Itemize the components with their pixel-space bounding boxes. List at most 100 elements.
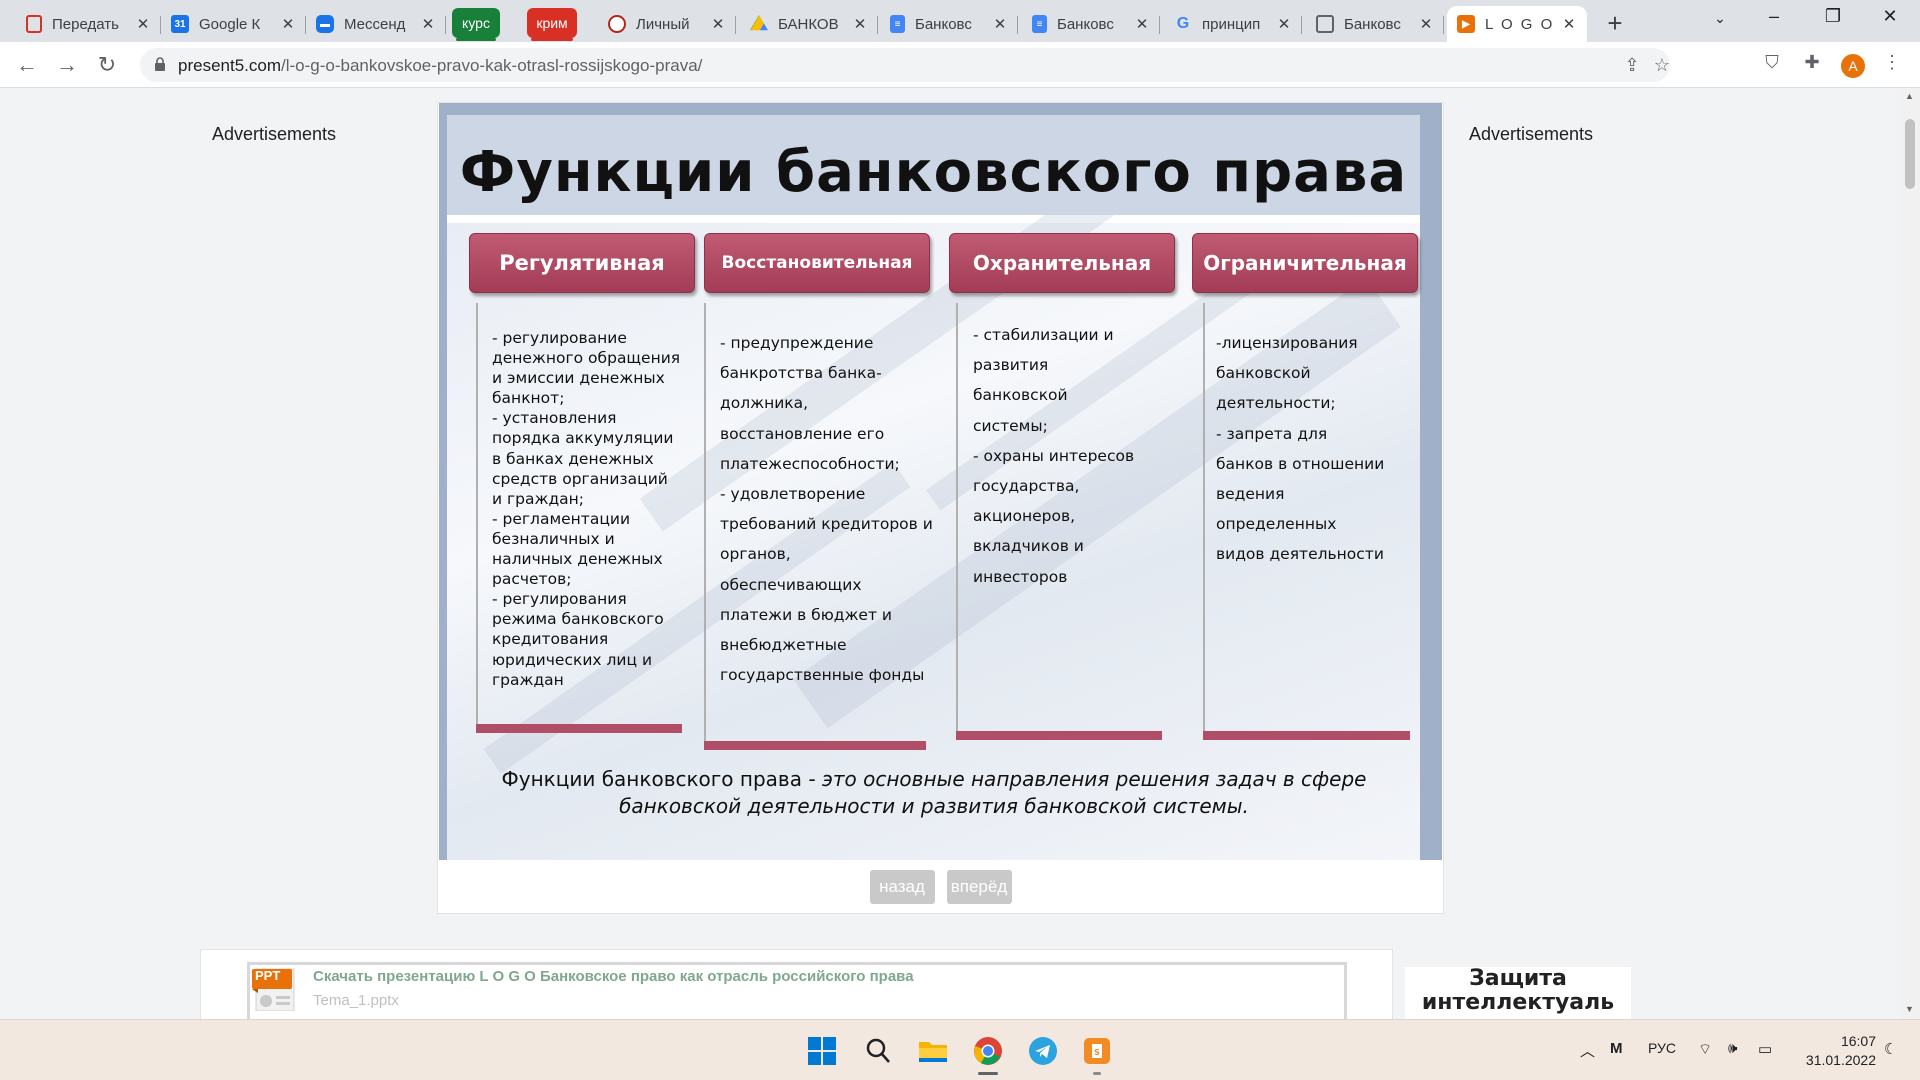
tab-3[interactable]: ▬ Мессенд ✕ bbox=[306, 6, 446, 42]
slide-image: Функции банковского права Регулятивная В… bbox=[439, 103, 1442, 860]
close-icon[interactable]: ✕ bbox=[1276, 15, 1292, 33]
close-icon[interactable]: ✕ bbox=[710, 15, 726, 33]
tab-1[interactable]: Передать ✕ bbox=[16, 6, 161, 42]
google-docs-icon: ≡ bbox=[890, 15, 905, 33]
browser-toolbar: ← → ↻ present5.com/l-o-g-o-bankovskoe-pr… bbox=[0, 42, 1920, 88]
wifi-icon[interactable]: ⌔ bbox=[1698, 1040, 1712, 1059]
tab-strip: Передать ✕ 31 Google К ✕ ▬ Мессенд ✕ кур… bbox=[0, 0, 1920, 42]
tab-7[interactable]: БАНКОВ ✕ bbox=[740, 6, 878, 42]
ppt-badge: PPT bbox=[255, 968, 281, 983]
close-icon[interactable]: ✕ bbox=[992, 15, 1008, 33]
minimize-button[interactable]: – bbox=[1754, 6, 1794, 27]
tab-group-kurs[interactable]: курс bbox=[452, 8, 500, 41]
slide-decor-right bbox=[1420, 103, 1442, 860]
pdf-app-icon[interactable]: S bbox=[1080, 1034, 1114, 1068]
telegram-icon[interactable] bbox=[1026, 1034, 1060, 1068]
download-filename: Tema_1.pptx bbox=[313, 992, 399, 1009]
tab-title: Личный bbox=[636, 15, 690, 33]
slide-navigation: назад вперёд bbox=[438, 870, 1443, 904]
tab-active[interactable]: ▶ L O G O ✕ bbox=[1447, 6, 1587, 42]
extensions-puzzle-icon[interactable]: ✚ bbox=[1800, 52, 1824, 73]
tab-10[interactable]: G принцип ✕ bbox=[1164, 6, 1302, 42]
presentation-icon: ▶ bbox=[1457, 15, 1475, 33]
slide-decor-left bbox=[439, 103, 447, 860]
page-scrollbar[interactable]: ▲ ▼ bbox=[1900, 89, 1920, 1019]
address-bar[interactable]: present5.com/l-o-g-o-bankovskoe-pravo-ka… bbox=[140, 48, 1670, 82]
reload-button[interactable]: ↻ bbox=[92, 50, 122, 80]
scroll-thumb[interactable] bbox=[1905, 119, 1915, 189]
prev-slide-button[interactable]: назад bbox=[869, 870, 935, 904]
tab-group-krim[interactable]: крим bbox=[527, 8, 577, 41]
close-icon[interactable]: ✕ bbox=[135, 15, 151, 33]
tab-title: Банковс bbox=[915, 15, 972, 33]
slide-header: Функции банковского права bbox=[447, 115, 1420, 215]
back-button[interactable]: ← bbox=[12, 50, 42, 80]
volume-icon[interactable]: 🕪 bbox=[1728, 1040, 1737, 1057]
next-slide-button[interactable]: вперёд bbox=[946, 870, 1012, 904]
tab-title: принцип bbox=[1202, 15, 1261, 33]
tab-title: Google К bbox=[199, 15, 261, 33]
gear-logo-icon bbox=[608, 15, 626, 33]
tab-search-icon[interactable]: ⌄ bbox=[1700, 10, 1740, 27]
download-link[interactable]: Скачать презентацию L O G O Банковское п… bbox=[313, 968, 914, 985]
tab-11[interactable]: Банковс ✕ bbox=[1306, 6, 1444, 42]
chrome-active-indicator bbox=[978, 1072, 998, 1075]
tab-2[interactable]: 31 Google К ✕ bbox=[161, 6, 306, 42]
close-icon[interactable]: ✕ bbox=[1134, 15, 1150, 33]
messenger-icon: ▬ bbox=[316, 15, 334, 33]
battery-icon[interactable]: ▭ bbox=[1758, 1040, 1772, 1058]
tab-title: БАНКОВ bbox=[778, 15, 839, 33]
function-text-regulatory: - регулирование денежного обращения и эмис… bbox=[492, 329, 681, 689]
url-text: present5.com/l-o-g-o-bankovskoe-pravo-ka… bbox=[178, 56, 703, 75]
tab-9[interactable]: ≡ Банковс ✕ bbox=[1022, 6, 1160, 42]
taskbar: S ︿ M РУС ⌔ 🕪 ▭ 16:07 31.01.2022 ☾ bbox=[0, 1019, 1920, 1080]
chrome-icon[interactable] bbox=[971, 1034, 1005, 1068]
menu-kebab-icon[interactable]: ⋮ bbox=[1880, 52, 1904, 73]
close-icon[interactable]: ✕ bbox=[420, 15, 436, 33]
red-square-icon bbox=[26, 15, 42, 33]
close-icon[interactable]: ✕ bbox=[1561, 15, 1577, 33]
tab-title: Передать bbox=[52, 15, 119, 33]
scroll-down-arrow[interactable]: ▼ bbox=[1905, 1004, 1914, 1014]
function-text-restorative: - предупреждение банкротства банка-должни… bbox=[720, 334, 933, 685]
windows-start-icon[interactable] bbox=[805, 1034, 839, 1068]
close-window-button[interactable]: ✕ bbox=[1870, 6, 1910, 27]
document-icon bbox=[1316, 15, 1334, 33]
search-icon[interactable] bbox=[861, 1034, 895, 1068]
ads-label-right: Advertisements bbox=[1469, 124, 1594, 144]
slide-definition: Функции банковского права - это основные… bbox=[501, 767, 1367, 818]
close-icon[interactable]: ✕ bbox=[852, 15, 868, 33]
bookmark-star-icon[interactable]: ☆ bbox=[1650, 55, 1674, 76]
google-docs-icon: ≡ bbox=[1032, 15, 1047, 33]
shield-extension-icon[interactable]: ⛉ bbox=[1760, 52, 1784, 73]
tab-title: L O G O bbox=[1485, 15, 1555, 33]
tab-title: Банковс bbox=[1057, 15, 1114, 33]
slide-decor bbox=[439, 103, 1442, 115]
forward-button[interactable]: → bbox=[52, 50, 82, 80]
close-icon[interactable]: ✕ bbox=[280, 15, 296, 33]
scroll-up-arrow[interactable]: ▲ bbox=[1905, 91, 1914, 101]
close-icon[interactable]: ✕ bbox=[1418, 15, 1434, 33]
function-header-restorative: Восстановительная bbox=[704, 233, 930, 293]
new-tab-button[interactable]: + bbox=[1600, 8, 1630, 39]
function-header-protective: Охранительная bbox=[949, 233, 1175, 293]
tab-8[interactable]: ≡ Банковс ✕ bbox=[880, 6, 1018, 42]
notifications-icon[interactable]: ☾ bbox=[1884, 1040, 1897, 1058]
side-banner[interactable]: Защита интеллектуаль bbox=[1405, 967, 1631, 1019]
share-icon[interactable]: ⇪ bbox=[1620, 55, 1644, 76]
function-text-restrictive: -лицензирования банковской деятельности; - … bbox=[1216, 334, 1385, 564]
language-indicator[interactable]: РУС bbox=[1648, 1040, 1676, 1056]
file-explorer-icon[interactable] bbox=[916, 1034, 950, 1068]
lock-icon bbox=[155, 57, 165, 71]
restore-button[interactable]: ❐ bbox=[1813, 6, 1853, 27]
google-calendar-icon: 31 bbox=[171, 15, 189, 33]
tab-title: Банковс bbox=[1344, 15, 1401, 33]
tray-app-icon[interactable]: M bbox=[1610, 1040, 1623, 1057]
google-icon: G bbox=[1176, 15, 1190, 32]
avatar[interactable]: A bbox=[1841, 54, 1865, 78]
system-clock[interactable]: 16:07 31.01.2022 bbox=[1796, 1032, 1876, 1070]
tab-6[interactable]: Личный ✕ bbox=[598, 6, 736, 42]
tab-title: Мессенд bbox=[344, 15, 406, 33]
function-header-regulatory: Регулятивная bbox=[469, 233, 695, 293]
chevron-up-icon[interactable]: ︿ bbox=[1580, 1040, 1595, 1061]
